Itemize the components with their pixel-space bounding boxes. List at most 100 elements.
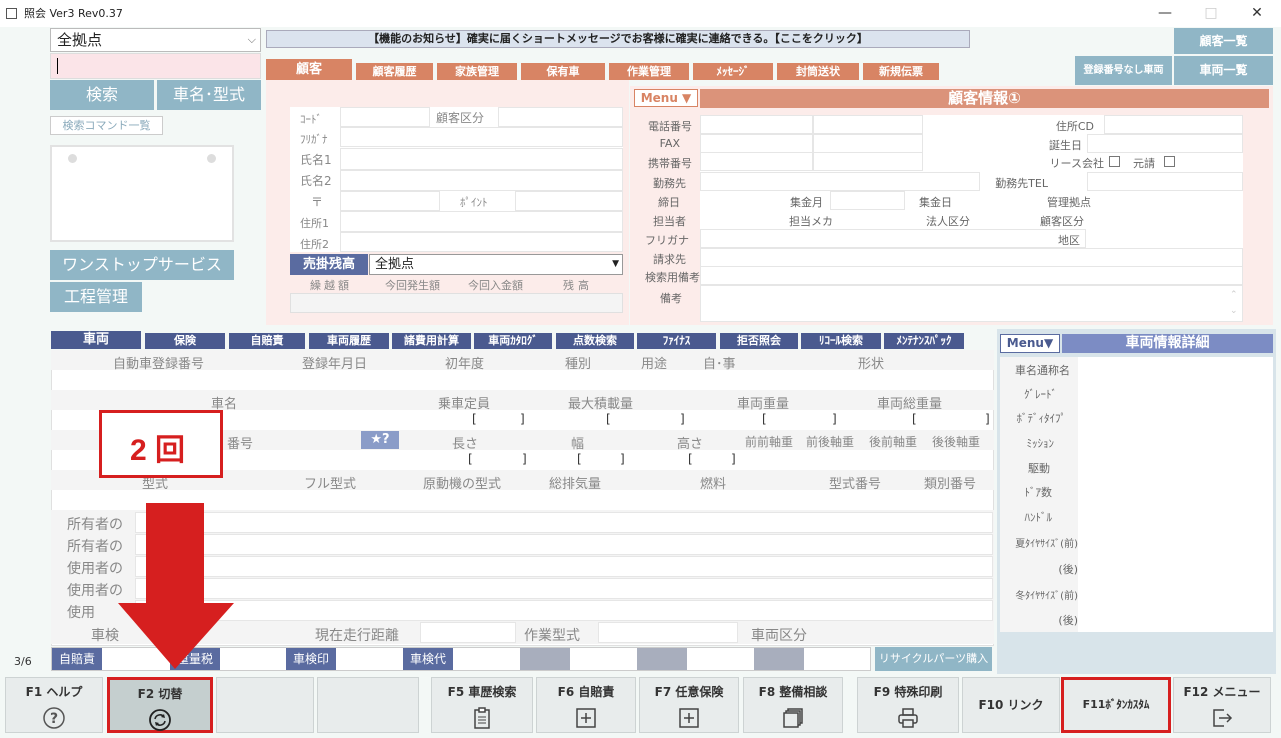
user-base-field[interactable]: [135, 600, 993, 621]
tab-family[interactable]: 家族管理: [437, 63, 517, 80]
phone-label: 電話番号: [648, 120, 692, 133]
maximize-button[interactable]: □: [1188, 0, 1234, 27]
notice-banner[interactable]: 【機能のお知らせ】確実に届くショートメッセージでお客様に確実に連絡できる。【ここ…: [266, 30, 970, 48]
search-note-field[interactable]: [700, 266, 1243, 285]
f11-button-custom[interactable]: F11ﾎﾞﾀﾝｶｽﾀﾑ: [1061, 677, 1171, 733]
name2-field[interactable]: [340, 170, 623, 191]
tab-customer[interactable]: 顧客: [266, 59, 352, 80]
tab-owned-cars[interactable]: 保有車: [521, 63, 605, 80]
kana-field[interactable]: [340, 127, 623, 147]
bracket-close: ]: [832, 412, 837, 426]
user-address-field[interactable]: [135, 578, 993, 599]
owner-name-field[interactable]: [135, 512, 993, 533]
tab-customer-history[interactable]: 顧客履歴: [356, 63, 433, 80]
point-label: ﾎﾟｲﾝﾄ: [460, 196, 488, 209]
furigana-field[interactable]: [700, 229, 1086, 248]
tab-insurance[interactable]: 保険: [145, 333, 225, 349]
f10-link-button[interactable]: F10 リンク: [962, 677, 1060, 733]
f9-special-print-button[interactable]: F9 特殊印刷: [857, 677, 959, 733]
fax-field-2[interactable]: [813, 134, 923, 153]
tab-maintenance-pack[interactable]: ﾒﾝﾃﾅﾝｽﾊﾟｯｸ: [884, 333, 964, 349]
tab-vehicle-history[interactable]: 車両履歴: [309, 333, 389, 349]
f12-menu-button[interactable]: F12 メニュー: [1173, 677, 1271, 733]
vehicle-list-button[interactable]: 車両一覧: [1174, 56, 1273, 85]
reg-no-header: 自動車登録番号: [113, 357, 205, 372]
name1-field[interactable]: [340, 148, 623, 170]
tab-envelope[interactable]: 封筒送状: [777, 63, 859, 80]
tab-vehicle-catalog[interactable]: 車両ｶﾀﾛｸﾞ: [474, 333, 552, 349]
phone-field-2[interactable]: [813, 115, 923, 134]
tab-new-slip[interactable]: 新規伝票: [863, 63, 939, 80]
f7-voluntary-insurance-button[interactable]: F7 任意保険: [639, 677, 739, 733]
tab-points-search[interactable]: 点数検索: [556, 333, 634, 349]
favorite-star-button[interactable]: ★?: [361, 431, 399, 449]
workplace-field[interactable]: [700, 172, 980, 191]
tab-message[interactable]: ﾒｯｾｰｼﾞ: [693, 63, 773, 80]
bracket-open: [: [606, 412, 611, 426]
search-command-list-button[interactable]: 検索コマンド一覧: [50, 116, 163, 135]
f8-maintenance-consult-button[interactable]: F8 整備相談: [743, 677, 843, 733]
receivable-store-value: 全拠点: [375, 257, 415, 272]
search-input[interactable]: [50, 53, 261, 79]
max-load-header: 最大積載量: [568, 397, 634, 412]
search-button[interactable]: 検索: [50, 80, 154, 110]
f3-empty-button[interactable]: [216, 677, 314, 733]
collect-month-field[interactable]: [830, 191, 905, 210]
scroll-up-icon[interactable]: ⌃: [1230, 290, 1238, 300]
tab-cost-calc[interactable]: 諸費用計算: [392, 333, 471, 349]
billing-field[interactable]: [700, 248, 1243, 267]
customer-list-button[interactable]: 顧客一覧: [1174, 28, 1273, 54]
birthday-field[interactable]: [1087, 134, 1243, 153]
receivable-store-select[interactable]: 全拠点 ▼: [369, 254, 623, 275]
f2-switch-button[interactable]: F2 切替: [107, 677, 213, 733]
annotation-box: 2 回: [99, 410, 223, 478]
address-cd-field[interactable]: [1104, 115, 1243, 134]
note-field[interactable]: [700, 285, 1243, 322]
pin-icon: [68, 154, 77, 163]
class-no-header: 類別番号: [924, 477, 977, 492]
user-name-field[interactable]: [135, 556, 993, 577]
car-model-button[interactable]: 車名･型式: [157, 80, 261, 110]
tab-work-management[interactable]: 作業管理: [609, 63, 689, 80]
store-select[interactable]: 全拠点 ⌵: [50, 28, 261, 52]
mobile-field-2[interactable]: [813, 152, 923, 171]
tab-finance[interactable]: ﾌｧｲﾅｽ: [637, 333, 716, 349]
tab-refusal-inquiry[interactable]: 拒否照会: [720, 333, 798, 349]
onestop-service-button[interactable]: ワンストップサービス: [50, 250, 234, 280]
zip-field[interactable]: [340, 191, 440, 211]
scroll-down-icon[interactable]: ⌄: [1230, 306, 1238, 316]
bracket-close: ]: [985, 412, 990, 426]
tab-jibaiseki[interactable]: 自賠責: [229, 333, 305, 349]
f4-empty-button[interactable]: [317, 677, 419, 733]
owner-address-field[interactable]: [135, 534, 993, 555]
f5-history-search-button[interactable]: F5 車歴検索: [431, 677, 533, 733]
code-field[interactable]: [340, 107, 430, 127]
work-tel-field[interactable]: [1087, 172, 1243, 191]
recycle-parts-button[interactable]: リサイクルパーツ購入: [875, 647, 992, 671]
customer-category-field[interactable]: [498, 107, 623, 127]
process-management-button[interactable]: 工程管理: [50, 282, 142, 312]
bracket-open: [: [472, 412, 477, 426]
tab-vehicle[interactable]: 車両: [51, 331, 141, 349]
mobile-field[interactable]: [700, 152, 813, 171]
vehicle-detail-menu-button[interactable]: Menu▼: [1000, 334, 1060, 353]
fax-field[interactable]: [700, 134, 813, 153]
close-button[interactable]: ✕: [1234, 0, 1280, 27]
minimize-button[interactable]: —: [1142, 0, 1188, 27]
contractor-checkbox[interactable]: [1164, 156, 1175, 167]
tab-recall-search[interactable]: ﾘｺｰﾙ検索: [801, 333, 881, 349]
address1-field[interactable]: [340, 211, 623, 232]
customer-info-menu-button[interactable]: Menu ▼: [634, 89, 698, 107]
phone-field[interactable]: [700, 115, 813, 134]
address2-field[interactable]: [340, 232, 623, 252]
fuel-header: 燃料: [700, 477, 727, 492]
collect-day-label: 集金日: [919, 196, 952, 209]
f1-help-button[interactable]: F1 ヘルプ ?: [5, 677, 103, 733]
work-model-field[interactable]: [598, 622, 738, 643]
lease-checkbox[interactable]: [1109, 156, 1120, 167]
f6-jibaiseki-button[interactable]: F6 自賠責: [536, 677, 636, 733]
mileage-field[interactable]: [420, 622, 516, 643]
no-reg-vehicle-button[interactable]: 登録番号なし車両: [1075, 56, 1172, 85]
help-icon: ?: [43, 707, 65, 729]
point-field[interactable]: [515, 191, 623, 211]
